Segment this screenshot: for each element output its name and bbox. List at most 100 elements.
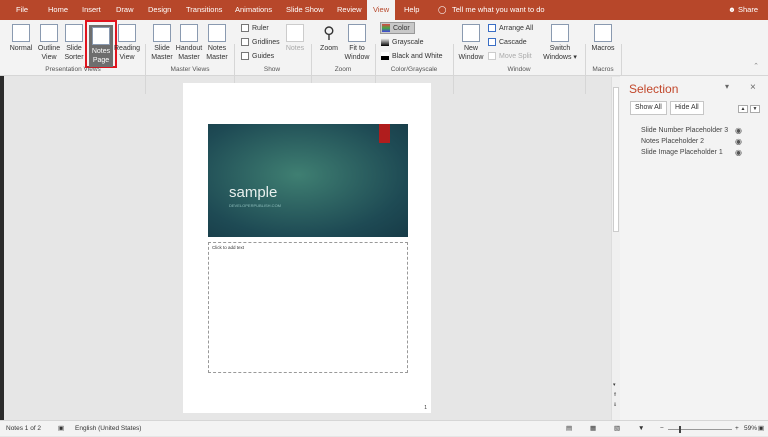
grayscale-button[interactable]: Grayscale [381,38,424,46]
notes-page-button[interactable]: Notes Page [85,20,117,68]
reading-view-button[interactable]: Reading View [114,24,140,62]
ribbon: Normal Outline View Slide Sorter Notes P… [0,20,768,94]
tab-slide-show[interactable]: Slide Show [286,0,324,20]
fit-to-window-button[interactable]: Fit to Window [342,24,372,62]
normal-view-icon [12,24,30,42]
list-item[interactable]: Slide Number Placeholder 3 [641,127,728,134]
zoom-in-button[interactable]: + [735,421,739,437]
tab-draw[interactable]: Draw [116,0,134,20]
notes-master-button[interactable]: Notes Master [205,24,229,62]
eye-icon[interactable]: ◉ [735,126,742,135]
tab-home[interactable]: Home [48,0,68,20]
fit-slide-icon[interactable]: ▣ [758,421,764,437]
scroll-down-icon[interactable]: ▾ [613,382,616,388]
new-window-icon [462,24,480,42]
zoom-slider[interactable] [668,426,732,433]
notes-page-icon [92,27,110,45]
previous-slide-icon[interactable]: ⇑ [613,392,617,398]
pane-options-icon[interactable]: ▾ [725,82,729,91]
list-item[interactable]: Notes Placeholder 2 [641,138,704,145]
normal-view-button[interactable]: Normal [8,24,34,53]
group-label: Macros [592,66,614,73]
status-bar: Notes 1 of 2 ▣ English (United States) ▤… [0,420,768,436]
handout-master-button[interactable]: Handout Master [175,24,203,62]
slide-show-icon[interactable]: ▼ [638,421,644,437]
notes-placeholder-text: Click to add text [212,245,245,250]
group-label: Presentation Views [45,66,101,73]
move-split-button[interactable]: Move Split [488,52,532,60]
collapse-ribbon-button[interactable]: ⌃ [750,62,762,71]
cascade-button[interactable]: Cascade [488,38,527,46]
outline-view-button[interactable]: Outline View [36,24,62,62]
thumbnail-pane-edge [0,76,4,420]
slide-sorter-button[interactable]: Slide Sorter [63,24,85,62]
new-window-button[interactable]: New Window [457,24,485,62]
page-indicator: Notes 1 of 2 [6,425,42,432]
group-label: Color/Grayscale [390,66,438,73]
eye-icon[interactable]: ◉ [735,148,742,157]
hide-all-button[interactable]: Hide All [670,101,704,115]
notes-button[interactable]: Notes [284,24,306,53]
ruler-checkbox[interactable]: Ruler [241,24,269,32]
language-indicator[interactable]: English (United States) [75,421,141,437]
switch-windows-icon [551,24,569,42]
tell-me-search[interactable]: Tell me what you want to do [452,0,545,20]
reading-view-icon[interactable]: ▧ [614,421,620,437]
bring-forward-button[interactable]: ▲ [738,105,748,113]
scrollbar-thumb[interactable] [613,87,619,232]
close-icon[interactable]: × [750,82,756,93]
zoom-out-button[interactable]: − [660,421,664,437]
pane-title: Selection [629,82,679,96]
slide-image[interactable]: sample DEVELOPERPUBLISH.COM [208,124,408,237]
next-slide-icon[interactable]: ⇓ [613,402,617,408]
vertical-scrollbar[interactable]: ▾ ⇑ ⇓ [611,77,620,420]
tab-file[interactable]: File [16,0,28,20]
notes-icon [286,24,304,42]
tab-insert[interactable]: Insert [82,0,101,20]
group-label: Show [263,66,281,73]
fit-window-icon [348,24,366,42]
normal-view-icon[interactable]: ▤ [566,421,572,437]
tab-review[interactable]: Review [337,0,362,20]
group-label: Master Views [170,66,210,73]
switch-windows-button[interactable]: Switch Windows ▾ [543,24,577,62]
color-button[interactable]: Color [380,22,415,34]
zoom-button[interactable]: ⚲ Zoom [316,24,342,53]
black-and-white-button[interactable]: Black and White [381,52,443,60]
slide-subtitle: DEVELOPERPUBLISH.COM [229,203,282,208]
zoom-slider-thumb[interactable] [679,426,681,433]
tab-help[interactable]: Help [404,0,419,20]
reading-view-icon [118,24,136,42]
notes-master-icon [208,24,226,42]
tab-view[interactable]: View [367,0,396,20]
macros-button[interactable]: Macros [589,24,617,53]
send-backward-button[interactable]: ▼ [750,105,760,113]
zoom-level[interactable]: 59% [744,421,757,437]
slide-master-button[interactable]: Slide Master [150,24,174,62]
guides-checkbox[interactable]: Guides [241,52,274,60]
slide-title: sample [229,184,278,201]
macros-icon [594,24,612,42]
show-all-button[interactable]: Show All [630,101,667,115]
tab-bar: File Home Insert Draw Design Transitions… [0,0,768,20]
arrange-all-button[interactable]: Arrange All [488,24,533,32]
tab-transitions[interactable]: Transitions [186,0,222,20]
gridlines-checkbox[interactable]: Gridlines [241,38,280,46]
slide-accent-bar [379,124,390,143]
eye-icon[interactable]: ◉ [735,137,742,146]
tab-animations[interactable]: Animations [235,0,272,20]
magnifier-icon: ⚲ [323,25,335,42]
slide-sorter-icon[interactable]: ▦ [590,421,596,437]
person-icon: ☻ [728,5,738,14]
outline-view-icon [40,24,58,42]
share-button[interactable]: ☻ Share [728,0,758,20]
notes-placeholder[interactable]: Click to add text [208,242,408,373]
spell-check-icon[interactable]: ▣ [58,421,64,437]
slide-master-icon [153,24,171,42]
group-label: Zoom [334,66,352,73]
group-label: Window [507,66,531,73]
page-number: 1 [424,405,427,411]
slide-sorter-icon [65,24,83,42]
list-item[interactable]: Slide Image Placeholder 1 [641,149,723,156]
tab-design[interactable]: Design [148,0,171,20]
